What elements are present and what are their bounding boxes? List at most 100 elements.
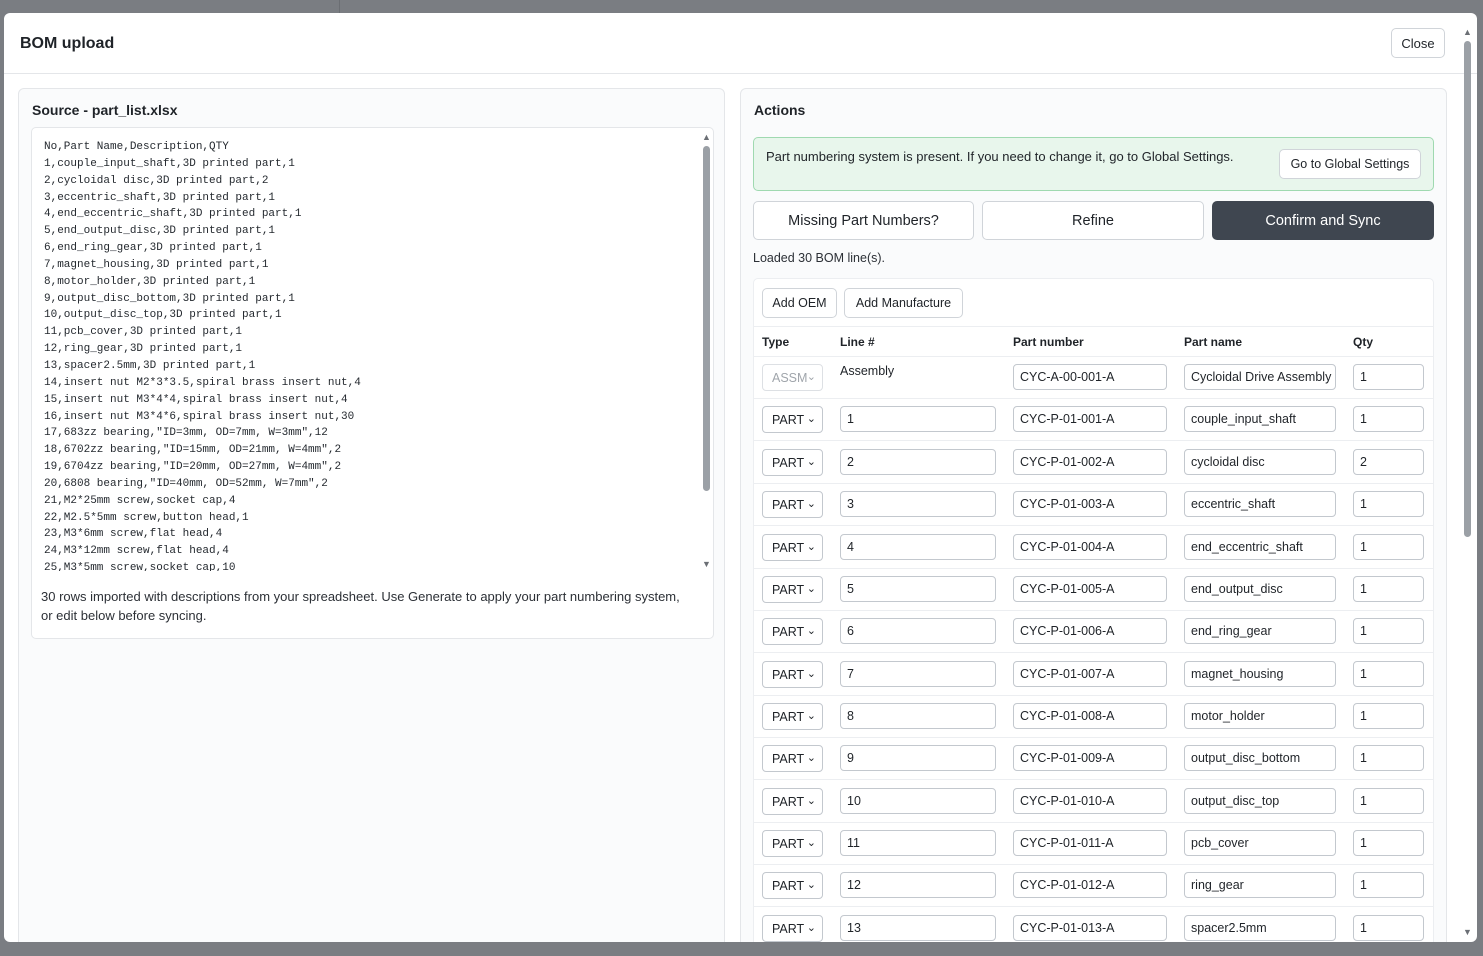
qty-input[interactable]: 1 xyxy=(1353,534,1424,560)
line-input[interactable]: 6 xyxy=(840,618,996,644)
qty-input[interactable]: 1 xyxy=(1353,830,1424,856)
chevron-down-icon: ⌄ xyxy=(806,371,816,383)
part-name-input[interactable]: spacer2.5mm xyxy=(1184,915,1336,941)
qty-input[interactable]: 1 xyxy=(1353,745,1424,771)
type-select[interactable]: PART ⌄ xyxy=(762,406,823,433)
type-select[interactable]: PART ⌄ xyxy=(762,745,823,772)
type-select[interactable]: PART ⌄ xyxy=(762,872,823,899)
type-select[interactable]: PART ⌄ xyxy=(762,703,823,730)
loaded-count-text: Loaded 30 BOM line(s). xyxy=(753,251,886,265)
scroll-up-icon[interactable]: ▲ xyxy=(702,132,711,142)
source-title: Source - part_list.xlsx xyxy=(32,102,178,118)
qty-input[interactable]: 1 xyxy=(1353,661,1424,687)
global-settings-button[interactable]: Go to Global Settings xyxy=(1279,149,1421,179)
line-input[interactable]: 4 xyxy=(840,534,996,560)
qty-input[interactable]: 1 xyxy=(1353,491,1424,517)
line-input[interactable]: 10 xyxy=(840,788,996,814)
modal-scrollbar-thumb[interactable] xyxy=(1464,41,1471,537)
scroll-down-icon[interactable]: ▼ xyxy=(702,559,711,569)
type-select[interactable]: PART ⌄ xyxy=(762,915,823,942)
source-preview: No,Part Name,Description,QTY 1,couple_in… xyxy=(31,127,714,639)
actions-title: Actions xyxy=(754,102,806,118)
type-select[interactable]: PART ⌄ xyxy=(762,830,823,857)
part-number-input[interactable]: CYC-P-01-006-A xyxy=(1013,618,1167,644)
line-input[interactable]: 12 xyxy=(840,872,996,898)
type-select[interactable]: PART ⌄ xyxy=(762,449,823,476)
line-input[interactable]: 5 xyxy=(840,576,996,602)
source-panel: Source - part_list.xlsx No,Part Name,Des… xyxy=(18,88,725,942)
confirm-and-sync-button[interactable]: Confirm and Sync xyxy=(1212,201,1434,240)
line-input[interactable]: 9 xyxy=(840,745,996,771)
part-number-input[interactable]: CYC-P-01-002-A xyxy=(1013,449,1167,475)
part-name-input[interactable]: ring_gear xyxy=(1184,872,1336,898)
line-input[interactable]: 13 xyxy=(840,915,996,941)
line-input[interactable]: 7 xyxy=(840,661,996,687)
add-manufacture-button[interactable]: Add Manufacture xyxy=(844,288,963,318)
part-number-input[interactable]: CYC-P-01-008-A xyxy=(1013,703,1167,729)
part-number-input[interactable]: CYC-P-01-013-A xyxy=(1013,915,1167,941)
part-name-input[interactable]: eccentric_shaft xyxy=(1184,491,1336,517)
part-number-input[interactable]: CYC-P-01-012-A xyxy=(1013,872,1167,898)
header-part-number: Part number xyxy=(1013,335,1084,349)
line-input[interactable]: 8 xyxy=(840,703,996,729)
qty-input[interactable]: 1 xyxy=(1353,788,1424,814)
type-select[interactable]: PART ⌄ xyxy=(762,576,823,603)
chevron-down-icon: ⌄ xyxy=(806,456,816,468)
part-number-input[interactable]: CYC-P-01-001-A xyxy=(1013,406,1167,432)
qty-input[interactable]: 1 xyxy=(1353,406,1424,432)
modal-scrollbar[interactable]: ▲ ▼ xyxy=(1462,27,1474,940)
type-select[interactable]: PART ⌄ xyxy=(762,788,823,815)
part-name-input[interactable]: output_disc_top xyxy=(1184,788,1336,814)
line-input[interactable]: 1 xyxy=(840,406,996,432)
part-name-input[interactable]: end_output_disc xyxy=(1184,576,1336,602)
source-scrollbar-thumb[interactable] xyxy=(703,146,710,491)
type-value: PART xyxy=(772,879,805,893)
chevron-down-icon: ⌄ xyxy=(806,922,816,934)
scroll-up-icon[interactable]: ▲ xyxy=(1463,27,1472,37)
refine-button[interactable]: Refine xyxy=(982,201,1204,240)
qty-input[interactable]: 1 xyxy=(1353,576,1424,602)
chevron-down-icon: ⌄ xyxy=(806,752,816,764)
chevron-down-icon: ⌄ xyxy=(806,837,816,849)
part-number-input[interactable]: CYC-P-01-011-A xyxy=(1013,830,1167,856)
part-number-input[interactable]: CYC-P-01-007-A xyxy=(1013,661,1167,687)
type-value: PART xyxy=(772,710,805,724)
numbering-info-text: Part numbering system is present. If you… xyxy=(766,149,1234,164)
qty-input[interactable]: 1 xyxy=(1353,703,1424,729)
part-name-input[interactable]: magnet_housing xyxy=(1184,661,1336,687)
type-select[interactable]: PART ⌄ xyxy=(762,661,823,688)
type-select[interactable]: PART ⌄ xyxy=(762,534,823,561)
scroll-down-icon[interactable]: ▼ xyxy=(1463,927,1472,937)
line-input[interactable]: 11 xyxy=(840,830,996,856)
qty-input[interactable]: 1 xyxy=(1353,364,1424,390)
part-name-input[interactable]: Cycloidal Drive Assembly xyxy=(1184,364,1336,390)
qty-input[interactable]: 1 xyxy=(1353,915,1424,941)
close-button[interactable]: Close xyxy=(1391,28,1445,58)
qty-input[interactable]: 1 xyxy=(1353,618,1424,644)
source-scrollbar[interactable]: ▲ ▼ xyxy=(701,132,712,572)
part-name-input[interactable]: end_eccentric_shaft xyxy=(1184,534,1336,560)
actions-panel: Actions Part numbering system is present… xyxy=(740,88,1447,942)
missing-part-numbers-button[interactable]: Missing Part Numbers? xyxy=(753,201,974,240)
part-number-input[interactable]: CYC-P-01-009-A xyxy=(1013,745,1167,771)
line-input[interactable]: 2 xyxy=(840,449,996,475)
part-name-input[interactable]: output_disc_bottom xyxy=(1184,745,1336,771)
part-number-input[interactable]: CYC-P-01-003-A xyxy=(1013,491,1167,517)
part-name-input[interactable]: motor_holder xyxy=(1184,703,1336,729)
line-input[interactable]: 3 xyxy=(840,491,996,517)
part-name-input[interactable]: end_ring_gear xyxy=(1184,618,1336,644)
part-number-input[interactable]: CYC-P-01-010-A xyxy=(1013,788,1167,814)
add-oem-button[interactable]: Add OEM xyxy=(762,288,837,318)
part-number-input[interactable]: CYC-A-00-001-A xyxy=(1013,364,1167,390)
source-text[interactable]: No,Part Name,Description,QTY 1,couple_in… xyxy=(44,139,684,571)
part-number-input[interactable]: CYC-P-01-004-A xyxy=(1013,534,1167,560)
part-number-input[interactable]: CYC-P-01-005-A xyxy=(1013,576,1167,602)
part-name-input[interactable]: pcb_cover xyxy=(1184,830,1336,856)
qty-input[interactable]: 2 xyxy=(1353,449,1424,475)
type-select[interactable]: PART ⌄ xyxy=(762,618,823,645)
part-name-input[interactable]: cycloidal disc xyxy=(1184,449,1336,475)
chevron-down-icon: ⌄ xyxy=(806,795,816,807)
part-name-input[interactable]: couple_input_shaft xyxy=(1184,406,1336,432)
qty-input[interactable]: 1 xyxy=(1353,872,1424,898)
type-select[interactable]: PART ⌄ xyxy=(762,491,823,518)
